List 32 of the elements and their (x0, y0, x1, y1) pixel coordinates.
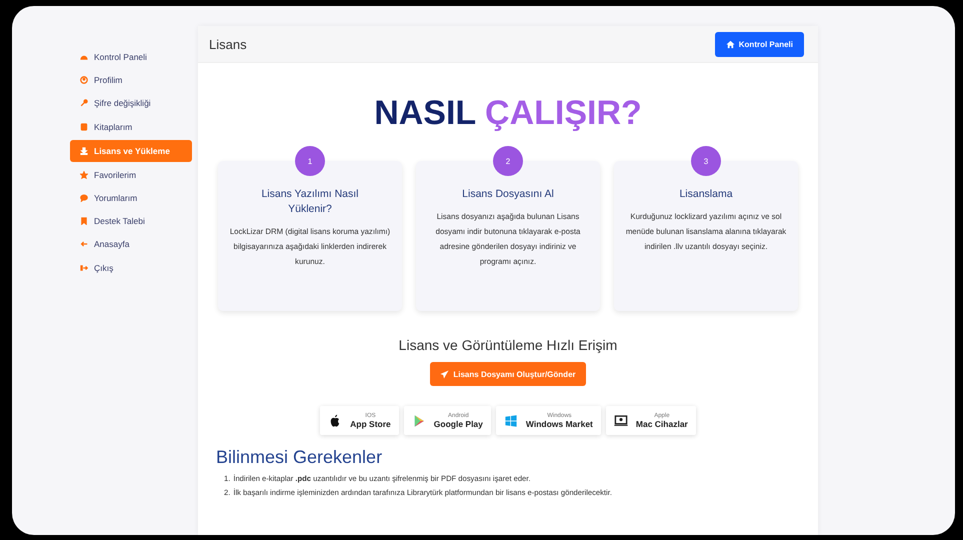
sidebar-item[interactable]: Profilim (70, 69, 192, 92)
page-title: Lisans (209, 36, 247, 52)
step-number: 2 (493, 146, 523, 176)
monitor-icon (614, 414, 628, 428)
step-number: 1 (295, 146, 325, 176)
key-icon (80, 99, 88, 108)
arrow-icon (80, 240, 88, 248)
bookmark-icon (80, 217, 88, 226)
step-title: Lisans Yazılımı Nasıl Yüklenir? (260, 187, 360, 217)
control-panel-button[interactable]: Kontrol Paneli (714, 32, 804, 56)
notes-title: Bilinmesi Gerekenler (216, 447, 382, 468)
step-title: Lisanslama (678, 187, 734, 202)
download-icon (80, 146, 88, 155)
section-title: Lisans ve Görüntüleme Hızlı Erişim (398, 337, 618, 353)
step-title: Lisans Dosyasını Al (461, 187, 555, 202)
sidebar-item[interactable]: Şifre değişikliği (70, 92, 192, 115)
comment-icon (80, 194, 88, 202)
sidebar-item[interactable]: Kitaplarım (70, 116, 192, 138)
sidebar-item[interactable]: Yorumlarım (70, 186, 192, 210)
sidebar-item[interactable]: Anasayfa (70, 233, 192, 256)
home-icon (726, 40, 735, 48)
paper-plane-icon (440, 370, 450, 378)
exit-icon (80, 264, 88, 272)
star-icon (80, 170, 88, 179)
hero-title: NASIL ÇALIŞIR? (374, 93, 642, 133)
gauge-icon (80, 53, 88, 62)
sidebar-item[interactable]: Çıkış (70, 256, 192, 279)
sidebar-item[interactable]: Favorilerim (70, 164, 192, 186)
step-number: 3 (691, 146, 721, 176)
sidebar-item[interactable]: Kontrol Paneli (70, 46, 192, 68)
sidebar-item[interactable]: Destek Talebi (70, 210, 192, 232)
windows-icon (504, 414, 518, 428)
